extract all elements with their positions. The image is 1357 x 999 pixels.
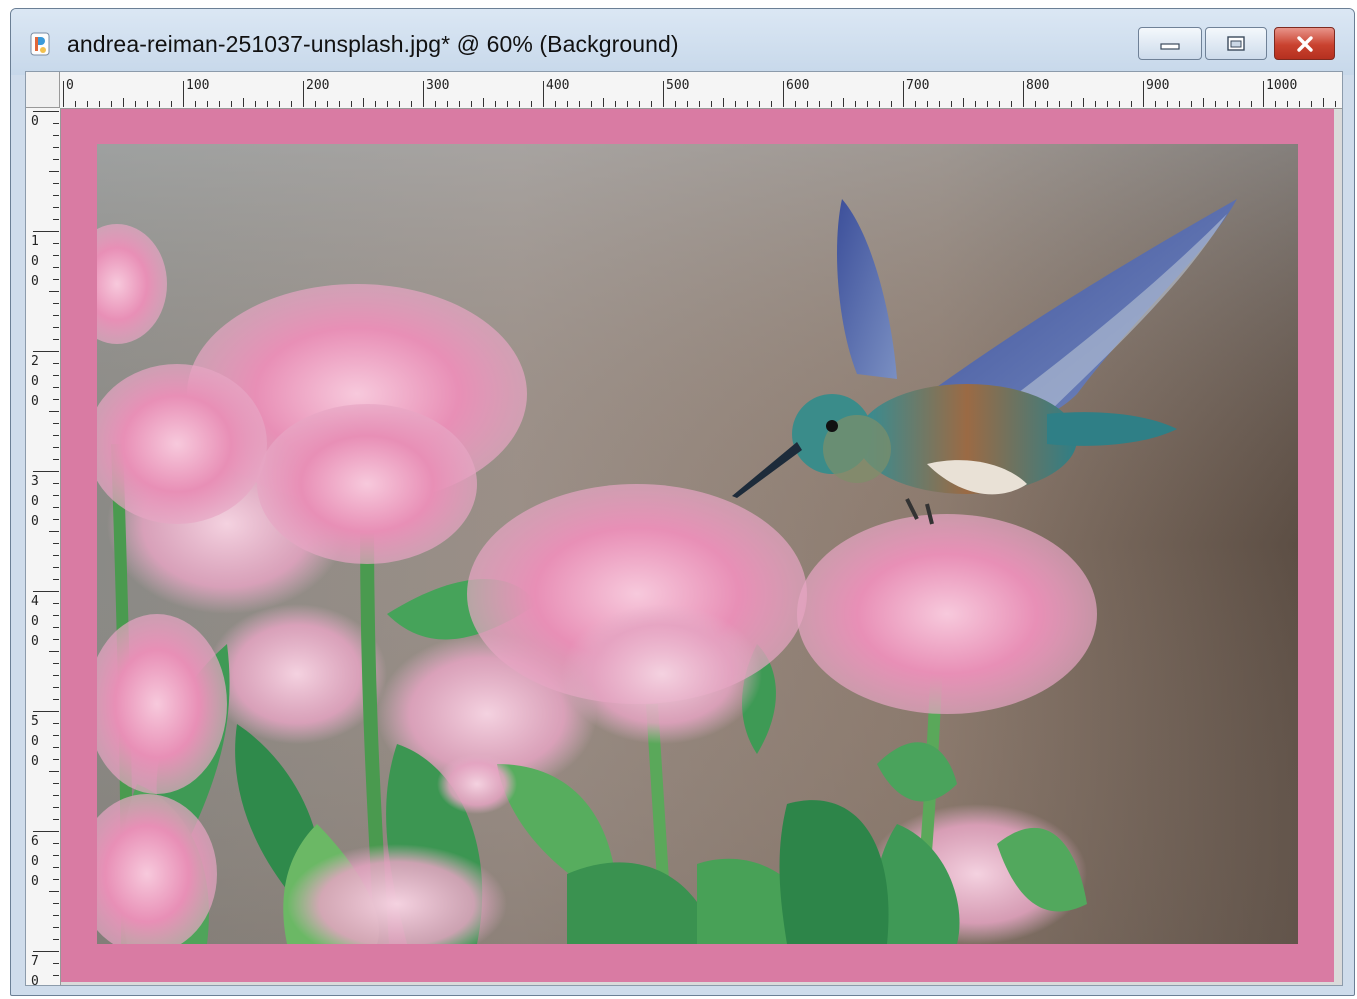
ruler-label: 500 xyxy=(666,78,689,93)
document-window: andrea-reiman-251037-unsplash.jpg* @ 60%… xyxy=(10,8,1355,996)
close-button[interactable] xyxy=(1274,27,1335,60)
ruler-label: 200 xyxy=(306,78,329,93)
ruler-label: 0 xyxy=(31,114,39,129)
ruler-label: 0 xyxy=(31,614,39,629)
vertical-ruler[interactable]: 0 1 0 0 2 0 0 3 0 0 4 0 0 5 0 0 6 0 0 7 0 xyxy=(26,108,61,989)
horizontal-ruler-ticks: 0 100 200 300 400 500 600 700 800 900 1000 xyxy=(63,78,1336,107)
vertical-ruler-ticks: 0 1 0 0 2 0 0 3 0 0 4 0 0 5 0 0 6 0 0 7 0 xyxy=(31,111,59,989)
ruler-label: 0 xyxy=(31,274,39,289)
ruler-label: 0 xyxy=(31,514,39,529)
horizontal-ruler[interactable]: 0 100 200 300 400 500 600 700 800 900 1000 xyxy=(60,72,1342,109)
canvas-area[interactable] xyxy=(61,109,1342,985)
ruler-label: 800 xyxy=(1026,78,1049,93)
ruler-label: 1000 xyxy=(1266,78,1297,93)
hummingbird-photo xyxy=(97,144,1298,944)
ruler-label: 0 xyxy=(66,78,74,93)
ruler-label: 0 xyxy=(31,494,39,509)
ruler-label: 300 xyxy=(426,78,449,93)
pink-frame-border xyxy=(61,109,1334,982)
title-bar[interactable]: andrea-reiman-251037-unsplash.jpg* @ 60%… xyxy=(11,9,1354,75)
ruler-corner xyxy=(26,72,60,108)
ruler-label: 400 xyxy=(546,78,569,93)
ruler-label: 100 xyxy=(186,78,209,93)
ruler-label: 0 xyxy=(31,734,39,749)
ruler-label: 700 xyxy=(906,78,929,93)
ruler-label: 6 xyxy=(31,834,39,849)
document-client-area: 0 100 200 300 400 500 600 700 800 900 1000 0100200… xyxy=(25,71,1343,989)
ruler-label: 5 xyxy=(31,714,39,729)
ruler-label: 2 xyxy=(31,354,39,369)
ruler-label: 0 xyxy=(31,754,39,769)
ruler-label: 7 xyxy=(31,954,39,969)
restore-button[interactable] xyxy=(1205,27,1267,60)
ruler-label: 0 xyxy=(31,874,39,889)
ruler-label: 900 xyxy=(1146,78,1169,93)
restore-icon xyxy=(1227,35,1245,51)
window-title: andrea-reiman-251037-unsplash.jpg* @ 60%… xyxy=(67,31,679,57)
ruler-label: 0 xyxy=(31,974,39,985)
minimize-button[interactable] xyxy=(1138,27,1202,60)
ruler-label: 0 xyxy=(31,854,39,869)
hummingbird-flowers-image xyxy=(97,144,1298,944)
ruler-label: 1 xyxy=(31,234,39,249)
ruler-label: 3 xyxy=(31,474,39,489)
close-icon xyxy=(1296,35,1313,52)
ruler-label: 0 xyxy=(31,634,39,649)
app-icon xyxy=(30,32,50,56)
ruler-label: 0 xyxy=(31,394,39,409)
ruler-label: 600 xyxy=(786,78,809,93)
ruler-label: 0 xyxy=(31,374,39,389)
ruler-label: 4 xyxy=(31,594,39,609)
minimize-icon xyxy=(1160,42,1180,50)
ruler-label: 0 xyxy=(31,254,39,269)
